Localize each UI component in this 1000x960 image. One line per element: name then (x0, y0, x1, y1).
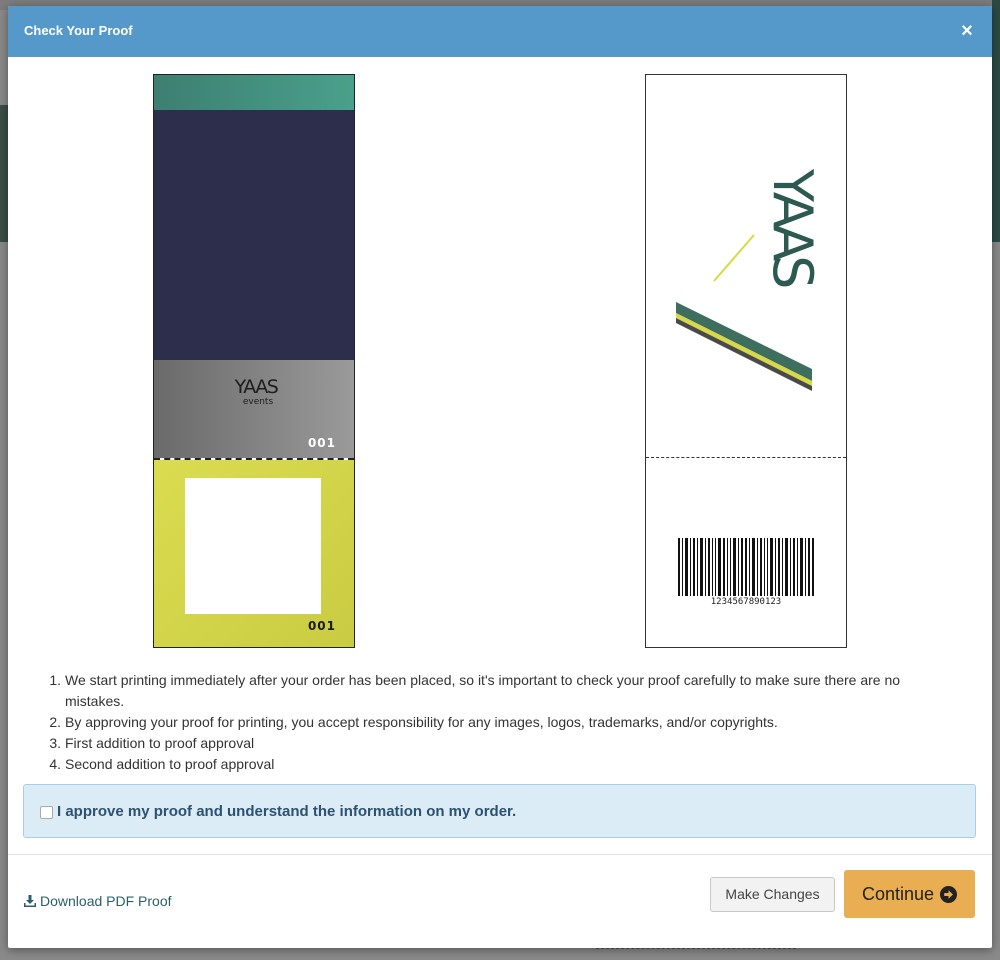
approve-label[interactable]: I approve my proof and understand the in… (57, 803, 516, 820)
ticket-proof-front: YAAS events 001 001 (153, 74, 355, 648)
download-label: Download PDF Proof (40, 893, 172, 909)
continue-label: Continue (861, 883, 935, 904)
svg-text:YAAS: YAAS (761, 168, 824, 287)
ticket-number-top: 001 (307, 436, 336, 450)
svg-text:events: events (821, 191, 824, 262)
background-banner-right (992, 0, 1000, 242)
proof-modal: Check Your Proof × YAAS events 001 001 Y… (8, 6, 992, 948)
approval-box: I approve my proof and understand the in… (23, 784, 976, 838)
ticket-gray-panel: YAAS events 001 (154, 360, 354, 458)
svg-text:events: events (243, 397, 274, 407)
download-icon (24, 895, 36, 907)
ticket-teal-band (154, 75, 354, 110)
proof-instructions-list: 1. We start printing immediately after y… (43, 670, 943, 775)
list-item: 2. By approving your proof for printing,… (49, 714, 778, 730)
ticket-proof-back: YAAS events 1234567890123 (645, 74, 847, 648)
approve-checkbox[interactable] (40, 806, 53, 819)
make-changes-button[interactable]: Make Changes (710, 877, 835, 912)
modal-header: Check Your Proof × (8, 6, 992, 57)
arrow-circle-right-icon (940, 885, 958, 903)
download-pdf-proof-link[interactable]: Download PDF Proof (23, 893, 172, 909)
background-banner-left (0, 105, 8, 242)
photo-placeholder (185, 478, 321, 614)
svg-text:YAAS: YAAS (234, 376, 278, 398)
modal-title: Check Your Proof (24, 23, 133, 38)
close-button[interactable]: × (956, 20, 978, 42)
ticket-number-bottom: 001 (307, 619, 336, 633)
ticket-stub: 001 (154, 460, 354, 647)
background-dashed-element (596, 948, 796, 960)
ticket-navy-panel (154, 110, 354, 360)
close-icon: × (961, 20, 973, 42)
continue-button[interactable]: Continue (844, 870, 975, 918)
list-item: 3. First addition to proof approval (49, 735, 255, 751)
footer-divider (8, 854, 992, 855)
barcode (678, 538, 814, 596)
list-item: 1. We start printing immediately after y… (49, 672, 901, 709)
list-item: 4. Second addition to proof approval (49, 756, 275, 772)
ticket-back-perforation (646, 457, 846, 458)
yaas-events-vertical-logo: YAAS events (676, 168, 824, 391)
barcode-number: 1234567890123 (710, 597, 782, 607)
yaas-events-logo: YAAS events (234, 376, 280, 407)
